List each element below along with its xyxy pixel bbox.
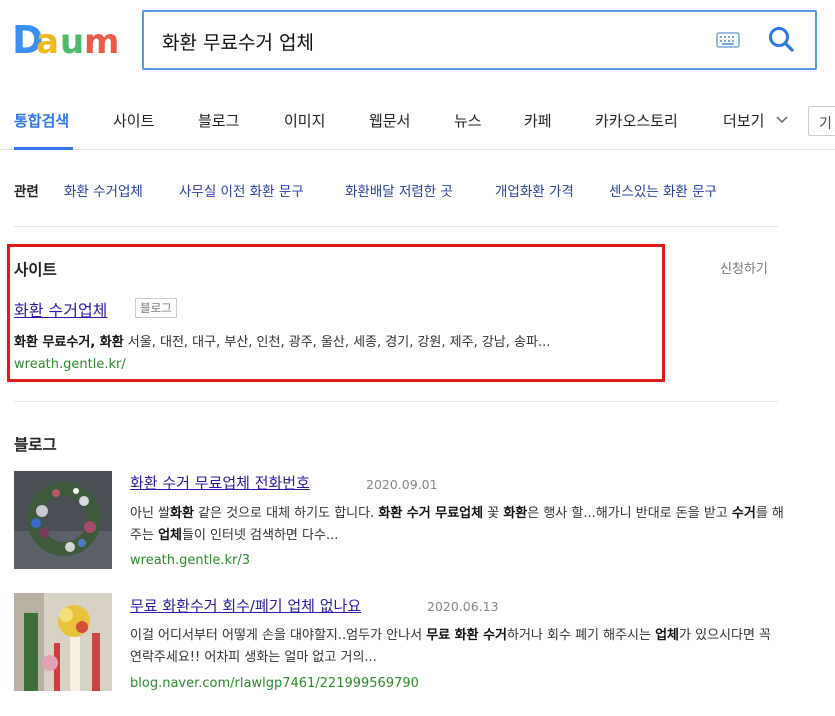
post-title[interactable]: 화환 수거 무료업체 전화번호 <box>130 472 310 493</box>
post-thumbnail[interactable] <box>14 593 112 691</box>
snippet-text: 서울, 대전, 대구, 부산, 인천, 광주, 울산, 세종, 경기, 강원, … <box>123 335 551 350</box>
source-badge: 블로그 <box>135 298 177 318</box>
search-tabs: 통합검색 사이트 블로그 이미지 웹문서 뉴스 카페 카카오스토리 더보기 기 <box>0 92 835 150</box>
post-snippet: 아닌 쌀화환 같은 것으로 대체 하기도 합니다. 화환 수거 무료업체 꽃 화… <box>130 506 784 543</box>
site-result-url[interactable]: wreath.gentle.kr/ <box>14 357 126 372</box>
related-link[interactable]: 개업화환 가격 <box>495 180 574 200</box>
tab-news[interactable]: 뉴스 <box>454 110 482 131</box>
keyboard-icon[interactable] <box>716 32 740 48</box>
post-date: 2020.09.01 <box>366 477 438 492</box>
related-searches: 관련 화환 수거업체 사무실 이전 화환 문구 화환배달 저렴한 곳 개업화환 … <box>14 180 814 200</box>
search-input[interactable] <box>162 26 702 56</box>
filter-dropdown[interactable]: 기 <box>808 106 835 136</box>
apply-link[interactable]: 신청하기 <box>720 258 768 277</box>
tab-site[interactable]: 사이트 <box>113 110 154 131</box>
svg-text:m: m <box>84 22 119 60</box>
post-date: 2020.06.13 <box>427 599 499 614</box>
divider <box>14 226 778 227</box>
post-thumbnail[interactable] <box>14 471 112 569</box>
tab-image[interactable]: 이미지 <box>284 110 325 131</box>
svg-text:u: u <box>60 22 84 60</box>
search-button[interactable] <box>766 24 798 56</box>
post-url[interactable]: blog.naver.com/rlawlgp7461/221999569790 <box>130 676 419 691</box>
post-snippet: 이걸 어디서부터 어떻게 손을 대야할지..엄두가 안나서 무료 화환 수거하거… <box>130 628 772 665</box>
blog-section-title: 블로그 <box>14 436 57 454</box>
site-result-title[interactable]: 화환 수거업체 <box>14 297 107 321</box>
tab-kakaostory[interactable]: 카카오스토리 <box>595 110 678 131</box>
related-link[interactable]: 사무실 이전 화환 문구 <box>179 180 304 200</box>
svg-text:a: a <box>36 22 59 60</box>
related-link[interactable]: 센스있는 화환 문구 <box>609 180 717 200</box>
active-tab-indicator <box>14 147 73 150</box>
tab-more[interactable]: 더보기 <box>723 110 764 131</box>
related-label: 관련 <box>14 184 39 200</box>
site-section-title: 사이트 <box>14 261 57 279</box>
post-url[interactable]: wreath.gentle.kr/3 <box>130 553 250 568</box>
related-link[interactable]: 화환 수거업체 <box>64 180 143 200</box>
snippet-highlight: 화환 무료수거, 화환 <box>14 335 124 350</box>
daum-logo[interactable]: D a u m <box>12 20 120 60</box>
related-link[interactable]: 화환배달 저렴한 곳 <box>345 180 453 200</box>
header: D a u m <box>0 0 835 92</box>
post-title[interactable]: 무료 화환수거 회수/폐기 업체 없나요 <box>130 595 361 616</box>
site-result-snippet: 화환 무료수거, 화환 서울, 대전, 대구, 부산, 인천, 광주, 울산, … <box>14 331 550 350</box>
tab-blog[interactable]: 블로그 <box>198 110 239 131</box>
divider <box>14 401 778 402</box>
chevron-down-icon[interactable] <box>776 115 788 125</box>
tab-webdoc[interactable]: 웹문서 <box>369 110 410 131</box>
tab-cafe[interactable]: 카페 <box>524 110 552 131</box>
search-box <box>142 10 817 70</box>
search-icon <box>769 27 794 52</box>
tab-integrated[interactable]: 통합검색 <box>14 110 69 131</box>
